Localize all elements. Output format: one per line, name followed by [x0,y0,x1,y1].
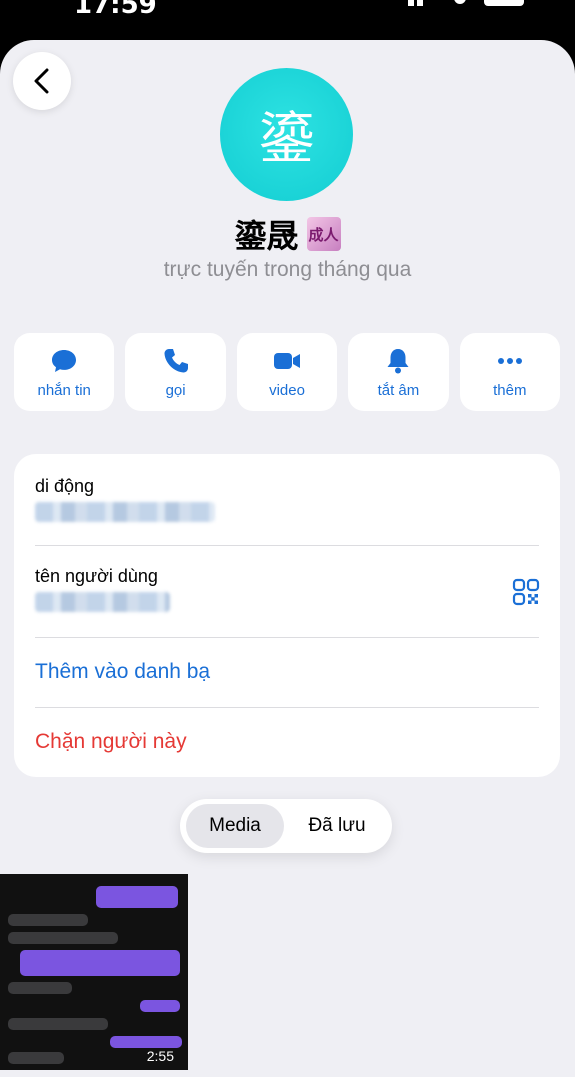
chat-bubble [8,1018,108,1030]
media-thumbnail[interactable]: 2:55 [0,874,188,1070]
more-icon [497,357,522,364]
call-label: gọi [165,381,186,399]
profile-name: 鎏晟 [234,217,299,255]
last-seen-status: trực tuyến trong tháng qua [163,258,412,281]
tab-saved[interactable]: Đã lưu [288,804,386,848]
call-button[interactable]: gọi [125,333,226,411]
chat-bubble [110,1036,182,1048]
chat-bubble [8,914,88,926]
message-button[interactable]: nhắn tin [14,333,115,411]
chat-bubble [8,932,118,944]
badge-text: 成人 [308,225,339,244]
mute-button[interactable]: tắt âm [348,333,449,411]
more-label: thêm [493,381,527,399]
signal-icons [408,0,524,6]
divider [35,545,539,546]
mobile-number-redacted[interactable] [35,502,215,522]
action-row: nhắn tin gọi video tắt âm thêm [14,333,561,411]
avatar[interactable]: 鎏 [220,68,353,201]
status-time: 17:59 [74,0,157,20]
emoji-status-badge[interactable]: 成人 [306,217,341,251]
profile-sheet: 鎏 鎏晟 成人 trực tuyến trong tháng qua nhắn … [0,40,575,1077]
divider [35,637,539,638]
block-user-button[interactable]: Chặn người này [35,730,187,754]
avatar-initial: 鎏 [258,107,315,172]
tab-media[interactable]: Media [186,804,284,848]
mobile-label: di động [35,476,95,496]
message-icon [52,349,77,372]
info-card: di động tên người dùng Thêm vào danh bạ … [14,454,560,777]
mute-label: tắt âm [377,381,420,399]
qr-code-icon[interactable] [512,578,540,606]
video-duration: 2:55 [146,1048,174,1064]
video-label: video [269,381,305,399]
more-button[interactable]: thêm [459,333,561,411]
status-bar: 17:59 [0,0,575,40]
chat-bubble [140,1000,180,1012]
chat-bubble [20,950,180,976]
chat-bubble [8,1052,64,1064]
username-label: tên người dùng [35,566,158,586]
back-button[interactable] [13,52,71,110]
add-to-contacts-button[interactable]: Thêm vào danh bạ [35,660,210,684]
chevron-left-icon [34,68,49,94]
chat-bubble [96,886,178,908]
phone-icon [164,348,188,372]
video-button[interactable]: video [236,333,338,411]
divider [35,707,539,708]
username-redacted[interactable] [35,592,170,612]
chat-bubble [8,982,72,994]
name-row: 鎏晟 成人 [0,212,575,256]
message-label: nhắn tin [37,381,91,399]
video-icon [274,352,301,369]
bell-icon [387,348,409,373]
media-tabs: Media Đã lưu [180,799,392,853]
